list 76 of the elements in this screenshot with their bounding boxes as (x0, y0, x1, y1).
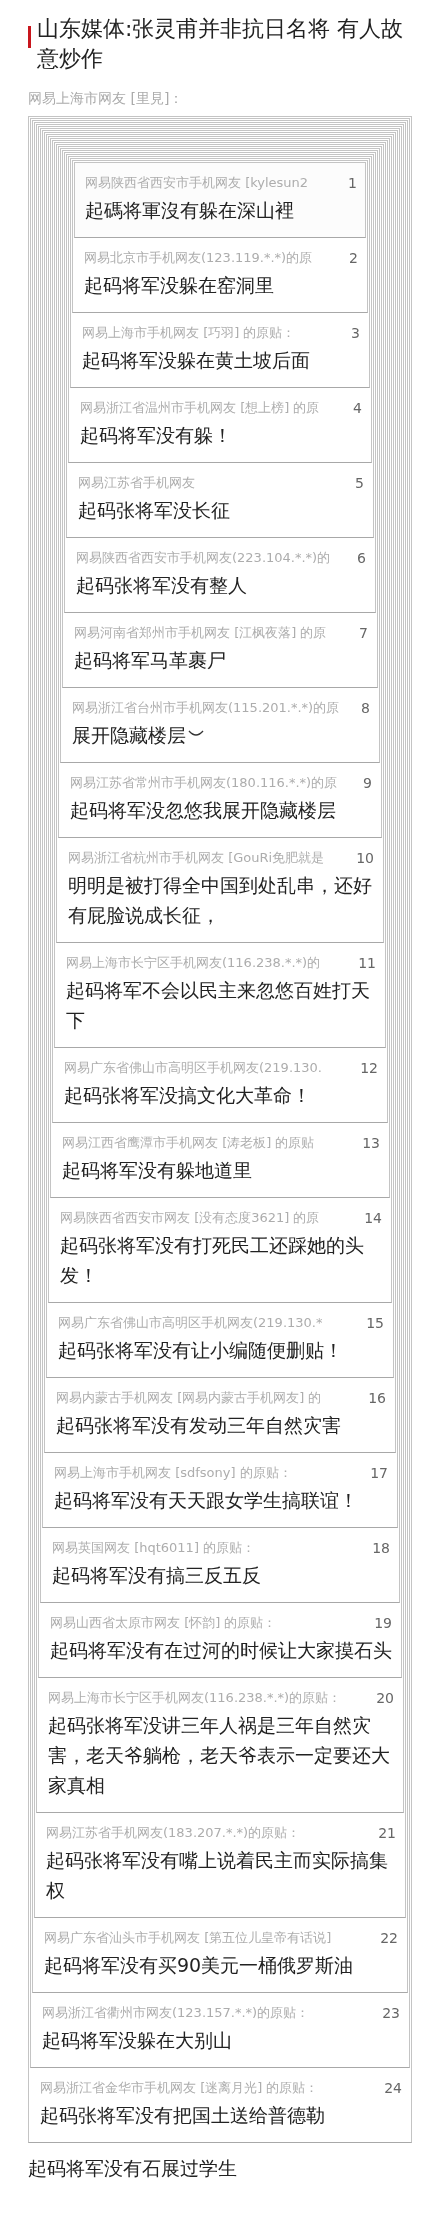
floor-number: 3 (351, 325, 360, 341)
floor-number: 21 (378, 1825, 396, 1841)
floor-number: 2 (349, 250, 358, 266)
post-author: 网易浙江省金华市手机网友 [迷离月光] 的原贴： (40, 2079, 319, 2097)
post-author: 网易上海市长宁区手机网友(116.238.*.*)的 (66, 954, 321, 972)
post-author: 网易广东省佛山市高明区手机网友(219.130.* (58, 1314, 323, 1332)
article-title: 山东媒体:张灵甫并非抗日名将 有人故意炒作 (37, 15, 405, 73)
floor-number: 1 (348, 175, 357, 191)
floor-number: 12 (360, 1060, 378, 1076)
comment-text: 起码将军没躲在窑洞里 (84, 273, 275, 298)
floor-number: 7 (359, 625, 368, 641)
comment-text: 明明是被打得全中国到处乱串，还好有屁脸说成长征， (68, 873, 373, 928)
post-author: 网易内蒙古手机网友 [网易内蒙古手机网友] 的 (56, 1389, 322, 1407)
comment-text: 起码将军没躲在黄土坡后面 (82, 348, 311, 373)
post-author: 网易浙江省台州市手机网友(115.201.*.*)的原 (72, 699, 340, 717)
floor-number: 10 (356, 850, 374, 866)
post-author: 网易江苏省手机网友 (78, 474, 195, 492)
post-author: 网易英国网友 [hqt6011] 的原贴： (52, 1539, 256, 1557)
post-author: 网易浙江省衢州市网友(123.157.*.*)的原贴： (42, 2004, 310, 2022)
floor-number: 15 (366, 1315, 384, 1331)
comment-text: 起碼将軍沒有躲在深山裡 (85, 198, 295, 223)
comment-text: 起码将军没躲在大别山 (42, 2028, 233, 2053)
comment-text: 起码将军没有在过河的时候让大家摸石头 (50, 1638, 392, 1663)
comment-text: 起码将军没有搞三反五反 (52, 1563, 262, 1588)
floor-number: 16 (368, 1390, 386, 1406)
post-author: 网易河南省郑州市手机网友 [江枫夜落] 的原 (74, 624, 327, 642)
floor-number: 14 (364, 1210, 382, 1226)
post-author: 网易浙江省温州市手机网友 [想上榜] 的原 (80, 399, 320, 417)
comment-text: 起码将军没有躲！ (80, 423, 233, 448)
post-author: 网易上海市长宁区手机网友(116.238.*.*)的原贴： (48, 1689, 342, 1707)
post-author: 网易广东省汕头市手机网友 [第五位儿皇帝有话说] (44, 1929, 332, 1947)
post-author: 网易陕西省西安市网友 [没有态度3621] 的原 (60, 1209, 320, 1227)
comment-text: 起码张将军没有嘴上说着民主而实际搞集权 (46, 1848, 389, 1903)
post-author: 网易北京市手机网友(123.119.*.*)的原 (84, 249, 313, 267)
post-author: 网易广东省佛山市高明区手机网友(219.130. (64, 1059, 322, 1077)
post-author: 网易浙江省杭州市手机网友 [GouRi免肥就是 (68, 849, 325, 867)
comment-text: 起码将军没有天天跟女学生搞联谊！ (54, 1488, 359, 1513)
comment-text: 起码张将军没讲三年人祸是三年自然灾害，老天爷躺枪，老天爷表示一定要还大家真相 (48, 1713, 391, 1798)
floor-number: 18 (372, 1540, 390, 1556)
floor-number: 24 (384, 2080, 402, 2096)
comment-text: 起码将军马革裹尸 (74, 648, 227, 673)
post-author: 网易陕西省西安市手机网友(223.104.*.*)的 (76, 549, 331, 567)
comment-text: 起码将军不会以民主来忽悠百姓打天下 (66, 978, 371, 1033)
comment-text: 起码将军没有买90美元一桶俄罗斯油 (44, 1953, 355, 1978)
post-author: 网易山西省太原市网友 [怀韵] 的原贴： (50, 1614, 277, 1632)
comment-text: 起码将军没有石展过学生 (28, 2156, 238, 2181)
floor-number: 9 (363, 775, 372, 791)
floor-number: 11 (358, 955, 376, 971)
comment-text: 起码张将军没长征 (78, 498, 231, 523)
expand-floors-link[interactable]: 展开隐藏楼层 (72, 720, 204, 750)
comment-text: 起码张将军没搞文化大革命！ (64, 1083, 312, 1108)
comment-text: 起码将军没忽悠我展开隐藏楼层 (70, 798, 337, 823)
floor-number: 20 (376, 1690, 394, 1706)
title-marker (28, 26, 31, 48)
floor-number: 23 (382, 2005, 400, 2021)
comment-text: 起码将军没有躲地道里 (62, 1158, 253, 1183)
post-author: 网易江苏省手机网友(183.207.*.*)的原贴： (46, 1824, 301, 1842)
floor-number: 13 (362, 1135, 380, 1151)
comment-text: 起码张将军没有发动三年自然灾害 (56, 1413, 342, 1438)
comment-text: 起码张将军没有整人 (76, 573, 248, 598)
post-author: 网易江西省鹰潭市手机网友 [涛老板] 的原贴 (62, 1134, 315, 1152)
floor-number: 17 (370, 1465, 388, 1481)
post-author: 网易陕西省西安市手机网友 [kylesun2 (85, 174, 309, 192)
comment-text: 起码张将军没有把国土送给普德勒 (40, 2103, 326, 2128)
floor-number: 22 (380, 1930, 398, 1946)
floor-number: 6 (357, 550, 366, 566)
comment-author: 网易上海市网友 [里見]： (28, 90, 185, 108)
floor-number: 8 (361, 700, 370, 716)
floor-number: 5 (355, 475, 364, 491)
post-author: 网易江苏省常州市手机网友(180.116.*.*)的原 (70, 774, 338, 792)
comment-text: 起码张将军没有让小编随便删贴！ (58, 1338, 344, 1363)
floor-number: 4 (353, 400, 362, 416)
post-author: 网易上海市手机网友 [sdfsony] 的原贴： (54, 1464, 292, 1482)
comment-text: 起码张将军没有打死民工还踩她的头发！ (60, 1233, 365, 1288)
floor-number: 19 (374, 1615, 392, 1631)
post-author: 网易上海市手机网友 [巧羽] 的原贴： (82, 324, 296, 342)
